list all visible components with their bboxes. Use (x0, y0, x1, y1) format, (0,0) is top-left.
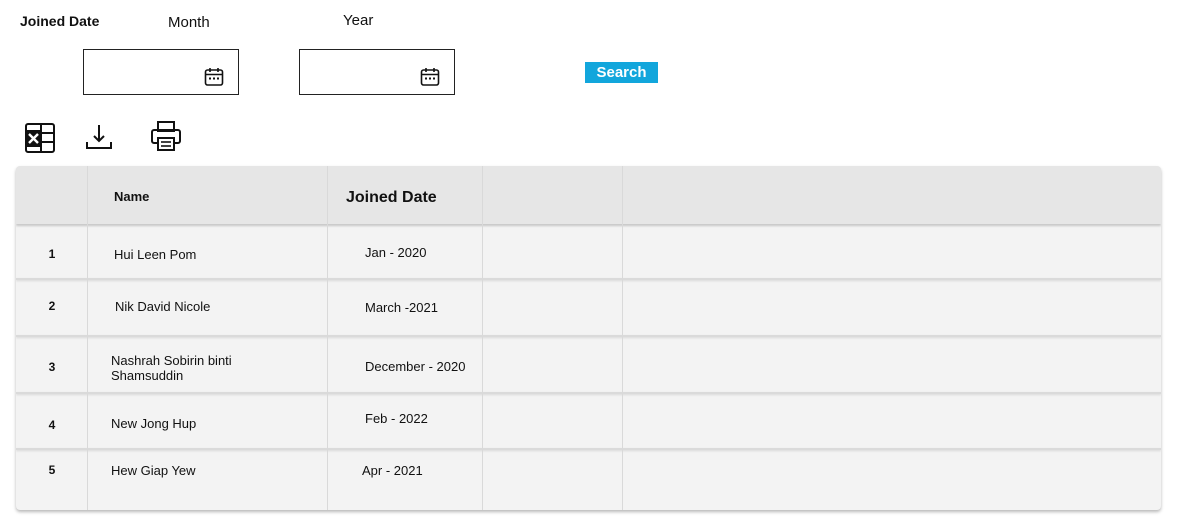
download-icon[interactable] (84, 122, 114, 152)
row-joined-date: March -2021 (365, 300, 438, 315)
row-name: Hui Leen Pom (114, 247, 197, 262)
row-joined-date: Apr - 2021 (362, 463, 423, 478)
year-date-field[interactable] (299, 49, 455, 95)
row-name: Nashrah Sobirin binti Shamsuddin (111, 353, 232, 383)
search-button[interactable]: Search (585, 62, 658, 83)
calendar-icon[interactable] (420, 67, 440, 87)
calendar-icon[interactable] (204, 67, 224, 87)
header-name[interactable]: Name (114, 189, 149, 204)
column-divider (327, 166, 328, 510)
row-name: New Jong Hup (111, 416, 197, 431)
header-joined-date[interactable]: Joined Date (346, 189, 437, 207)
row-number: 3 (48, 360, 56, 374)
column-divider (87, 166, 88, 510)
row-divider (16, 335, 1161, 337)
table-header (16, 166, 1161, 224)
row-divider (16, 392, 1161, 394)
row-number: 5 (48, 463, 56, 477)
joined-date-label: Joined Date (20, 13, 100, 29)
year-label: Year (343, 12, 374, 29)
members-table: Name Joined Date 1 Hui Leen Pom Jan - 20… (16, 166, 1161, 510)
column-divider (482, 166, 483, 510)
row-number: 1 (48, 247, 56, 261)
print-icon[interactable] (150, 120, 182, 152)
month-date-field[interactable] (83, 49, 239, 95)
row-joined-date: Jan - 2020 (365, 245, 427, 260)
row-divider (16, 448, 1161, 450)
month-label: Month (168, 14, 210, 31)
row-joined-date: Feb - 2022 (365, 411, 428, 426)
row-name: Nik David Nicole (115, 299, 211, 314)
column-divider (622, 166, 623, 510)
row-name: Hew Giap Yew (111, 463, 196, 478)
excel-icon[interactable] (24, 122, 56, 154)
row-number: 4 (48, 418, 56, 432)
row-number: 2 (48, 299, 56, 313)
row-joined-date: December - 2020 (365, 359, 466, 374)
row-divider (16, 278, 1161, 280)
